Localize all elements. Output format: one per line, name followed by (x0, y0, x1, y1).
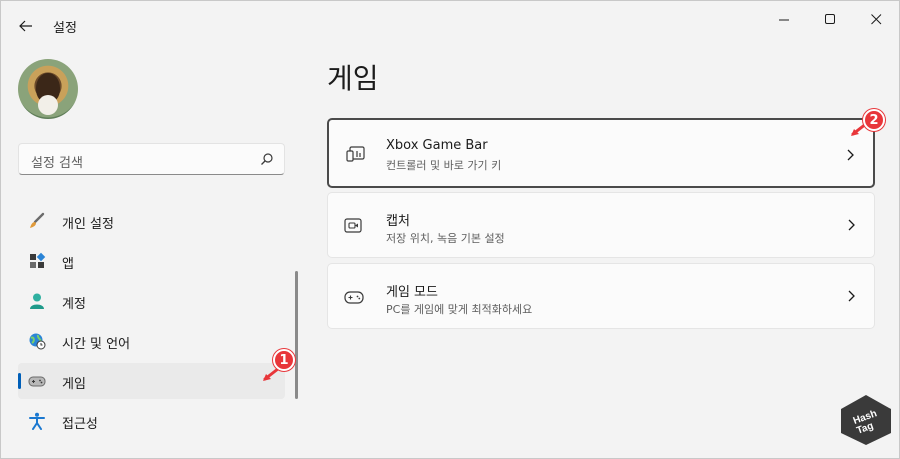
capture-icon (344, 218, 362, 233)
avatar-dog-chest (38, 95, 58, 115)
chevron-right-icon (848, 290, 855, 302)
gamepad-icon (28, 376, 46, 387)
sidebar-item-label: 계정 (62, 297, 86, 312)
card-title: 게임 모드 (386, 285, 438, 300)
card-title: Xbox Game Bar (386, 138, 488, 153)
game-bar-icon (346, 146, 365, 162)
chevron-right-icon (847, 149, 854, 161)
game-mode-icon (344, 291, 364, 304)
accessibility-icon (29, 412, 45, 430)
account-icon (30, 293, 44, 309)
sidebar-item-label: 접근성 (62, 417, 98, 432)
sidebar-item-accounts[interactable]: 계정 (18, 283, 285, 319)
apps-icon (30, 252, 46, 268)
minimize-icon (778, 19, 789, 20)
page-title: 게임 (327, 62, 379, 95)
globe-clock-icon (29, 333, 46, 350)
close-button[interactable] (853, 5, 899, 33)
search-box[interactable]: 설정 검색 (18, 143, 285, 175)
sidebar-scrollbar[interactable] (295, 271, 298, 399)
search-icon[interactable] (260, 152, 274, 166)
search-input[interactable]: 설정 검색 (31, 152, 83, 171)
sidebar-item-personalization[interactable]: 개인 설정 (18, 203, 285, 239)
sidebar-item-apps[interactable]: 앱 (18, 243, 285, 279)
sidebar-item-gaming[interactable]: 게임 (18, 363, 285, 399)
card-subtitle: 컨트롤러 및 바로 가기 키 (386, 159, 502, 172)
card-capture[interactable]: 캡처 저장 위치, 녹음 기본 설정 (327, 192, 875, 258)
marker-badge-one: 1 (273, 349, 295, 371)
chevron-right-icon (848, 219, 855, 231)
settings-window: 설정 설정 검색 개인 설정 앱 계정 시간 및 언어 게임 접근성 1 게임 … (0, 0, 900, 459)
back-button[interactable] (13, 13, 39, 39)
avatar[interactable] (18, 59, 78, 119)
active-indicator (18, 373, 21, 389)
title-bar: 설정 (1, 1, 899, 49)
minimize-button[interactable] (761, 5, 807, 33)
card-xbox-game-bar[interactable]: Xbox Game Bar 컨트롤러 및 바로 가기 키 (327, 118, 875, 188)
back-arrow-icon (19, 20, 32, 32)
card-subtitle: PC를 게임에 맞게 최적화하세요 (386, 303, 533, 316)
card-game-mode[interactable]: 게임 모드 PC를 게임에 맞게 최적화하세요 (327, 263, 875, 329)
brush-icon (30, 212, 45, 228)
card-title: 캡처 (386, 214, 410, 229)
close-icon (870, 13, 881, 24)
sidebar-item-accessibility[interactable]: 접근성 (18, 403, 285, 439)
app-title: 설정 (53, 21, 77, 36)
sidebar-item-label: 시간 및 언어 (62, 337, 131, 352)
hashtag-watermark-logo: Hash Tag (841, 395, 891, 445)
sidebar-item-label: 앱 (62, 257, 74, 272)
sidebar-item-time-language[interactable]: 시간 및 언어 (18, 323, 285, 359)
maximize-icon (824, 13, 835, 24)
marker-badge-two: 2 (863, 109, 885, 131)
sidebar-item-label: 개인 설정 (62, 217, 114, 232)
maximize-button[interactable] (807, 5, 853, 33)
card-subtitle: 저장 위치, 녹음 기본 설정 (386, 232, 505, 245)
sidebar-item-label: 게임 (62, 377, 86, 392)
